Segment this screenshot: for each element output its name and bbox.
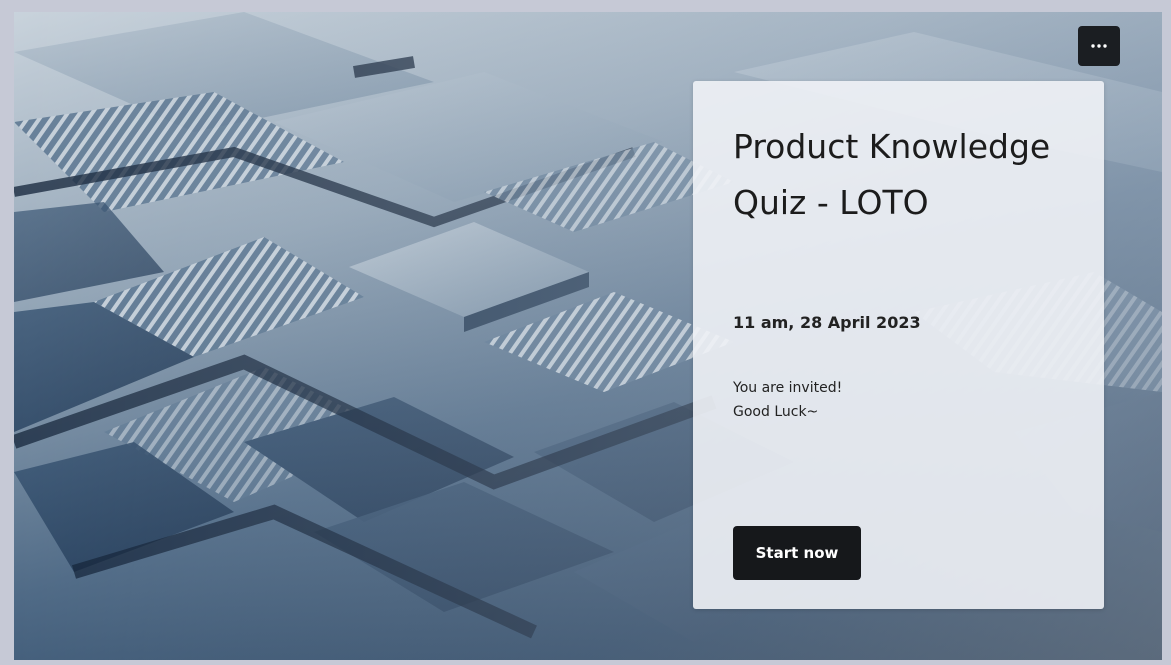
page-frame: Product Knowledge Quiz - LOTO 11 am, 28 … <box>0 0 1171 665</box>
quiz-message-line: Good Luck~ <box>733 404 819 420</box>
more-horizontal-icon <box>1091 44 1107 48</box>
start-now-button[interactable]: Start now <box>733 526 861 580</box>
quiz-invite-card: Product Knowledge Quiz - LOTO 11 am, 28 … <box>693 81 1104 609</box>
quiz-datetime: 11 am, 28 April 2023 <box>733 313 921 332</box>
more-options-button[interactable] <box>1078 26 1120 66</box>
quiz-title: Product Knowledge Quiz - LOTO <box>733 127 1051 222</box>
hero-background: Product Knowledge Quiz - LOTO 11 am, 28 … <box>14 12 1162 660</box>
quiz-message-line: You are invited! <box>733 380 843 396</box>
quiz-message: You are invited! Good Luck~ <box>733 376 842 424</box>
